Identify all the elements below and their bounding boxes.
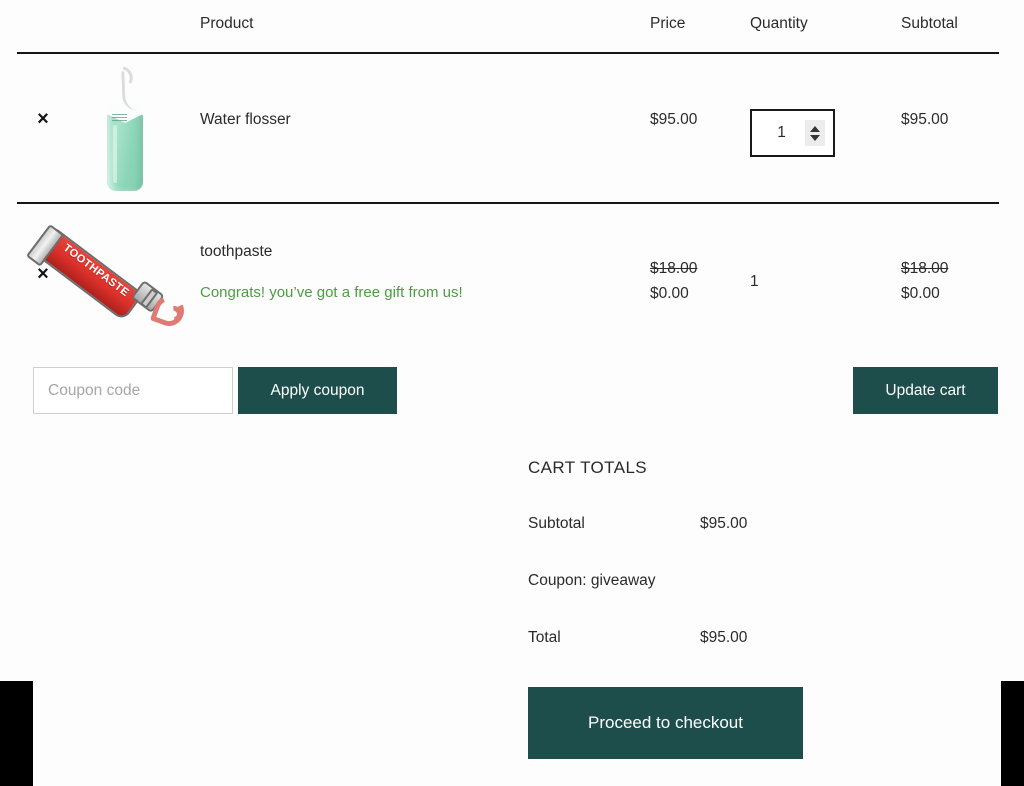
totals-value: $95.00 xyxy=(700,629,748,646)
column-header-product: Product xyxy=(200,15,254,32)
totals-label: Subtotal xyxy=(528,515,585,532)
cart-totals: CART TOTALS Subtotal $95.00 Coupon: give… xyxy=(528,458,868,686)
product-thumbnail-water-flosser[interactable] xyxy=(99,66,157,191)
table-row: × TOOTHPASTE toothpaste Congrats! you’ve… xyxy=(0,203,1024,345)
totals-row-coupon: Coupon: giveaway xyxy=(528,572,868,629)
chevron-up-icon[interactable] xyxy=(810,125,820,132)
remove-item-button-water-flosser[interactable]: × xyxy=(33,109,53,129)
apply-coupon-button[interactable]: Apply coupon xyxy=(238,367,397,414)
column-header-price: Price xyxy=(650,15,686,32)
product-subtotal: $18.00 $0.00 xyxy=(901,260,948,303)
quantity-value: 1 xyxy=(750,273,759,290)
column-header-quantity: Quantity xyxy=(750,15,808,32)
totals-row-total: Total $95.00 xyxy=(528,629,868,686)
product-thumbnail-toothpaste[interactable]: TOOTHPASTE xyxy=(25,210,189,331)
quantity-spinner-icon[interactable] xyxy=(805,120,825,146)
coupon-code-input[interactable] xyxy=(33,367,233,414)
product-subtotal: $95.00 xyxy=(901,111,949,128)
totals-row-subtotal: Subtotal $95.00 xyxy=(528,515,868,572)
right-edge-bar xyxy=(1001,681,1024,786)
water-flosser-icon xyxy=(99,66,157,191)
cart-totals-title: CART TOTALS xyxy=(528,458,648,477)
quantity-stepper[interactable]: 1 xyxy=(750,109,835,157)
product-name-link[interactable]: toothpaste xyxy=(200,243,272,261)
cart-table: Product Price Quantity Subtotal × Water … xyxy=(0,0,1024,345)
product-name-link[interactable]: Water flosser xyxy=(200,111,291,129)
cart-page: Product Price Quantity Subtotal × Water … xyxy=(0,0,1024,786)
product-subtotal-original: $18.00 xyxy=(901,260,949,277)
product-subtotal-discounted: $0.00 xyxy=(901,285,940,302)
quantity-value[interactable]: 1 xyxy=(752,124,805,142)
proceed-to-checkout-button[interactable]: Proceed to checkout xyxy=(528,687,803,759)
toothpaste-tube-icon: TOOTHPASTE xyxy=(25,210,189,331)
update-cart-button[interactable]: Update cart xyxy=(853,367,998,414)
column-header-subtotal: Subtotal xyxy=(901,15,958,32)
free-gift-message: Congrats! you’ve got a free gift from us… xyxy=(200,284,463,301)
left-edge-bar xyxy=(0,681,33,786)
totals-label: Coupon: giveaway xyxy=(528,572,656,589)
table-row: × Water flosser $95.00 1 $95.00 xyxy=(0,53,1024,203)
product-price: $95.00 xyxy=(650,111,698,128)
totals-label: Total xyxy=(528,629,561,646)
product-price-original: $18.00 xyxy=(650,260,698,277)
product-price: $18.00 $0.00 xyxy=(650,260,697,303)
product-price-discounted: $0.00 xyxy=(650,285,689,302)
cart-table-header: Product Price Quantity Subtotal xyxy=(0,0,1024,53)
totals-value: $95.00 xyxy=(700,515,748,532)
chevron-down-icon[interactable] xyxy=(810,134,820,141)
